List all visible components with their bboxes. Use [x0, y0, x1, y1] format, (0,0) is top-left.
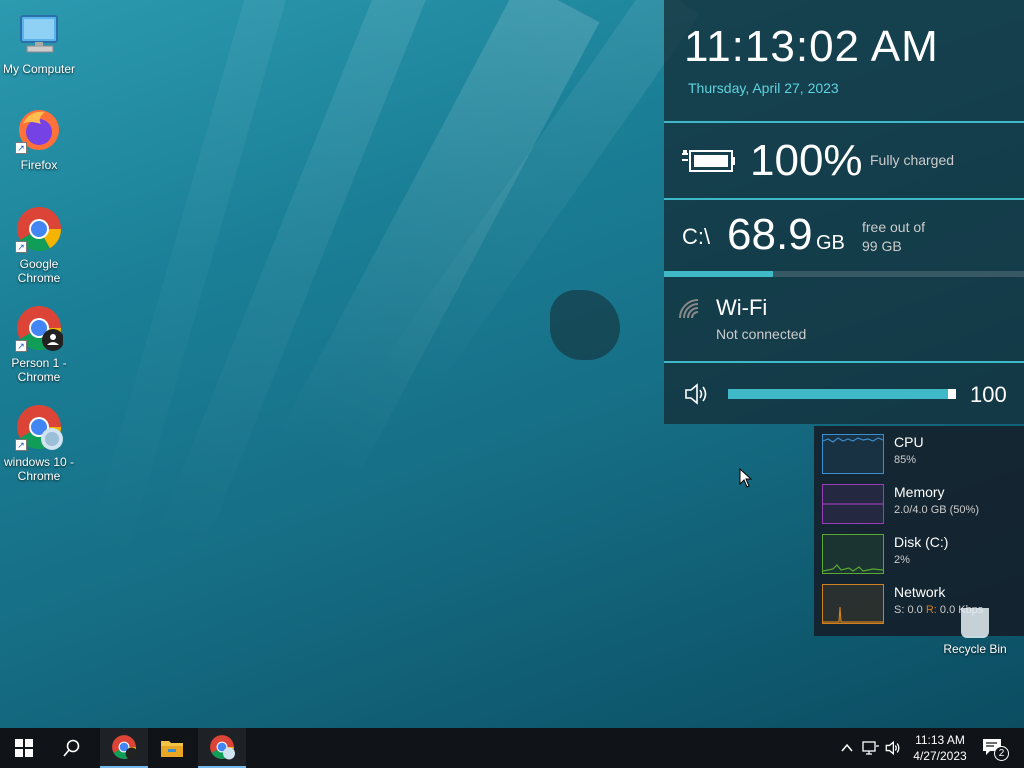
network-graph — [822, 584, 884, 624]
shortcut-arrow-icon: ↗ — [15, 439, 27, 451]
desktop-icon-firefox[interactable]: ↗ Firefox — [0, 106, 78, 172]
taskbar-date: 4/27/2023 — [913, 749, 967, 763]
network-send-value: 0.0 — [907, 604, 923, 616]
taskbar: 11:13 AM 4/27/2023 2 — [0, 728, 1024, 768]
desktop-icon-person1-chrome[interactable]: ↗ Person 1 - Chrome — [0, 304, 78, 384]
monitor-icon — [15, 10, 63, 58]
perf-value: 2.0/4.0 GB (50%) — [894, 504, 979, 516]
chrome-person-icon — [112, 735, 137, 760]
drive-free-unit: GB — [816, 232, 845, 254]
notification-count: 2 — [994, 746, 1009, 761]
shortcut-arrow-icon: ↗ — [15, 241, 27, 253]
taskbar-time: 11:13 AM — [915, 733, 965, 747]
battery-status: Fully charged — [870, 152, 955, 168]
battery-percent: 100% — [750, 136, 863, 185]
drive-free-value: 68.9 — [727, 210, 813, 259]
network-receive-label: R: — [925, 604, 937, 616]
drive-capacity: free out of 99 GB — [862, 218, 925, 256]
drive-free-label: free out of — [862, 219, 926, 235]
perf-row-cpu[interactable]: CPU 85% — [822, 430, 1022, 474]
desktop-icon-windows10-chrome[interactable]: ↗ windows 10 - Chrome — [0, 403, 78, 483]
desktop-icon-my-computer[interactable]: My Computer — [0, 10, 78, 76]
chrome-icon: ↗ — [15, 205, 63, 253]
recycle-bin-icon — [961, 608, 989, 638]
perf-name: Disk (C:) — [894, 534, 949, 550]
search-icon — [63, 739, 80, 757]
windows-logo-icon — [15, 739, 33, 757]
desktop-icon-label: windows 10 - Chrome — [3, 455, 75, 483]
memory-graph — [822, 484, 884, 524]
desktop-icon-label: Recycle Bin — [943, 642, 1007, 656]
desktop-icon-label: My Computer — [2, 62, 76, 76]
perf-name: CPU — [894, 434, 924, 450]
network-send-label: S: — [894, 604, 905, 616]
start-button[interactable] — [0, 728, 48, 768]
divider — [664, 121, 1024, 123]
desktop-icon-recycle-bin[interactable]: Recycle Bin — [940, 608, 1010, 656]
taskbar-file-explorer[interactable] — [148, 728, 196, 768]
divider — [664, 198, 1024, 200]
swimmer-silhouette — [550, 290, 620, 360]
taskbar-chrome-person[interactable] — [100, 728, 148, 768]
drive-letter: C:\ — [682, 224, 711, 249]
perf-value: 2% — [894, 554, 910, 566]
wifi-name: Wi-Fi — [716, 295, 768, 320]
mouse-cursor-icon — [739, 467, 753, 488]
desktop-icon-label: Person 1 - Chrome — [11, 356, 67, 384]
performance-monitor: CPU 85% Memory 2.0/4.0 GB (50%) Disk (C:… — [814, 426, 1024, 636]
perf-value: 85% — [894, 454, 917, 466]
divider — [664, 361, 1024, 363]
volume-value: 100 — [970, 382, 1007, 407]
shortcut-arrow-icon: ↗ — [15, 340, 27, 352]
search-button[interactable] — [48, 728, 96, 768]
cpu-graph — [822, 434, 884, 474]
taskbar-chrome-profile[interactable] — [198, 728, 246, 768]
chrome-person-icon: ↗ — [15, 304, 64, 352]
network-icon[interactable] — [861, 738, 881, 758]
folder-icon — [161, 741, 183, 757]
volume-icon[interactable] — [884, 738, 904, 758]
perf-name: Memory — [894, 484, 945, 500]
wifi-status: Not connected — [716, 326, 807, 342]
volume-fill — [728, 389, 956, 399]
volume-slider[interactable] — [728, 389, 956, 399]
desktop-icon-label: Google Chrome — [17, 257, 61, 285]
drive-total: 99 GB — [862, 238, 902, 254]
wifi-icon — [678, 298, 700, 320]
perf-name: Network — [894, 584, 946, 600]
firefox-icon: ↗ — [15, 106, 63, 154]
widget-clock: 11:13:02 AM — [684, 22, 939, 71]
volume-slider-handle[interactable] — [948, 389, 956, 399]
perf-row-disk[interactable]: Disk (C:) 2% — [822, 530, 1022, 574]
battery-charging-icon — [680, 146, 736, 174]
chevron-up-icon[interactable] — [837, 738, 857, 758]
shortcut-arrow-icon: ↗ — [15, 142, 27, 154]
notification-center-button[interactable]: 2 — [982, 738, 1010, 761]
taskbar-clock[interactable]: 11:13 AM 4/27/2023 — [910, 732, 970, 764]
widget-date: Thursday, April 27, 2023 — [688, 80, 839, 96]
drive-usage-bar — [664, 271, 1024, 277]
chrome-profile-icon: ↗ — [15, 403, 63, 451]
desktop-icon-google-chrome[interactable]: ↗ Google Chrome — [0, 205, 78, 285]
chrome-profile-icon — [210, 735, 235, 760]
disk-graph — [822, 534, 884, 574]
drive-usage-fill — [664, 271, 774, 277]
speaker-icon[interactable] — [684, 382, 712, 406]
perf-row-memory[interactable]: Memory 2.0/4.0 GB (50%) — [822, 480, 1022, 524]
desktop-icon-label: Firefox — [20, 158, 58, 172]
